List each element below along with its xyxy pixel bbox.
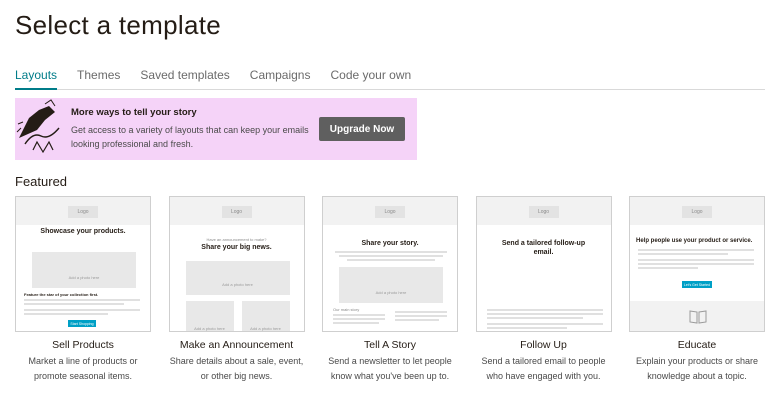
card-title: Educate — [677, 339, 717, 351]
text-line — [486, 323, 603, 325]
card-title: Tell A Story — [364, 339, 416, 351]
featured-templates: Logo Showcase your products. Add a photo… — [15, 196, 765, 384]
template-thumbnail[interactable]: Logo Help people use your product or ser… — [629, 196, 765, 332]
text-line — [638, 253, 728, 255]
photo-placeholder-small: Add a photo here — [185, 301, 234, 331]
text-line — [335, 251, 447, 253]
text-line — [347, 259, 435, 261]
thumb-header: Logo — [630, 197, 764, 225]
card-description: Share details about a sale, event, or ot… — [169, 356, 304, 381]
thumb-header: Logo — [16, 197, 150, 225]
tab-campaigns[interactable]: Campaigns — [250, 68, 311, 90]
thumb-heading: Send a tailored follow-up email. — [501, 240, 586, 256]
upgrade-promo-banner: More ways to tell your story Get access … — [15, 98, 417, 160]
thumb-kicker: Have an announcement to make? — [206, 237, 267, 242]
card-description: Market a line of products or promote sea… — [28, 356, 138, 381]
thumb-footer-panel — [630, 301, 764, 331]
text-line — [486, 313, 603, 315]
promo-heading: More ways to tell your story — [71, 107, 197, 118]
card-title: Make an Announcement — [179, 339, 294, 351]
thumb-subheading: Feature the star of your collection firs… — [24, 292, 99, 297]
text-line — [24, 303, 124, 305]
thumb-header: Logo — [169, 197, 304, 225]
text-line — [333, 314, 385, 316]
logo-placeholder: Logo — [682, 206, 712, 218]
tab-layouts[interactable]: Layouts — [15, 68, 58, 90]
book-icon — [689, 310, 707, 324]
thumb-cta-button: Let's Get Started — [682, 281, 712, 288]
template-card-educate[interactable]: Logo Help people use your product or ser… — [629, 196, 765, 384]
text-line — [24, 313, 108, 315]
thumb-column-heading: Our main story — [333, 307, 360, 312]
card-description: Explain your products or share knowledge… — [635, 356, 759, 381]
text-line — [638, 249, 754, 251]
hand-drawn-figure-illustration — [15, 98, 67, 160]
thumb-header: Logo — [476, 197, 611, 225]
template-thumbnail[interactable]: Logo Have an announcement to make? Share… — [168, 196, 305, 332]
featured-heading: Featured — [15, 174, 68, 189]
text-line — [395, 315, 447, 317]
text-line — [395, 319, 439, 321]
template-card-make-an-announcement[interactable]: Logo Have an announcement to make? Share… — [168, 196, 305, 384]
promo-text: More ways to tell your story Get access … — [67, 107, 319, 151]
thumb-heading: Showcase your products. — [40, 228, 126, 235]
text-line — [638, 259, 754, 261]
text-line — [395, 311, 447, 313]
photo-placeholder: Add a photo here — [185, 261, 290, 295]
template-thumbnail[interactable]: Logo Share your story. Add a photo here … — [322, 196, 458, 332]
logo-placeholder: Logo — [375, 206, 405, 218]
card-description: Send a tailored email to people who have… — [481, 356, 606, 381]
logo-placeholder: Logo — [528, 206, 559, 218]
upgrade-now-button[interactable]: Upgrade Now — [319, 117, 405, 141]
text-line — [333, 322, 379, 324]
card-description: Send a newsletter to let people know wha… — [328, 356, 452, 381]
text-line — [638, 267, 698, 269]
photo-placeholder-small: Add a photo here — [241, 301, 290, 331]
photo-placeholder: Add a photo here — [339, 267, 443, 303]
card-title: Sell Products — [52, 339, 114, 351]
text-line — [333, 318, 385, 320]
thumb-cta-button: Start Shopping — [68, 320, 96, 327]
thumb-heading: Share your big news. — [201, 244, 272, 251]
template-thumbnail[interactable]: Logo Showcase your products. Add a photo… — [15, 196, 151, 332]
template-card-tell-a-story[interactable]: Logo Share your story. Add a photo here … — [322, 196, 458, 384]
text-line — [486, 317, 583, 319]
text-line — [24, 299, 140, 301]
logo-placeholder: Logo — [68, 206, 98, 218]
photo-placeholder: Add a photo here — [32, 252, 136, 288]
template-card-follow-up[interactable]: Logo Send a tailored follow-up email. Fo… — [475, 196, 612, 384]
page-title: Select a template — [15, 10, 221, 40]
promo-body: Get access to a variety of layouts that … — [71, 125, 309, 149]
logo-placeholder: Logo — [221, 206, 252, 218]
thumb-header: Logo — [323, 197, 457, 225]
thumb-heading: Help people use your product or service. — [636, 238, 753, 244]
template-tabs: Layouts Themes Saved templates Campaigns… — [15, 68, 765, 90]
text-line — [638, 263, 754, 265]
tab-saved-templates[interactable]: Saved templates — [140, 68, 229, 90]
text-line — [339, 255, 443, 257]
card-title: Follow Up — [520, 339, 567, 351]
text-line — [486, 327, 567, 329]
template-card-sell-products[interactable]: Logo Showcase your products. Add a photo… — [15, 196, 151, 384]
thumb-heading: Share your story. — [361, 240, 419, 247]
template-thumbnail[interactable]: Logo Send a tailored follow-up email. — [475, 196, 612, 332]
tab-themes[interactable]: Themes — [77, 68, 120, 90]
tab-code-your-own[interactable]: Code your own — [330, 68, 411, 90]
text-line — [24, 309, 140, 311]
text-line — [486, 309, 603, 311]
